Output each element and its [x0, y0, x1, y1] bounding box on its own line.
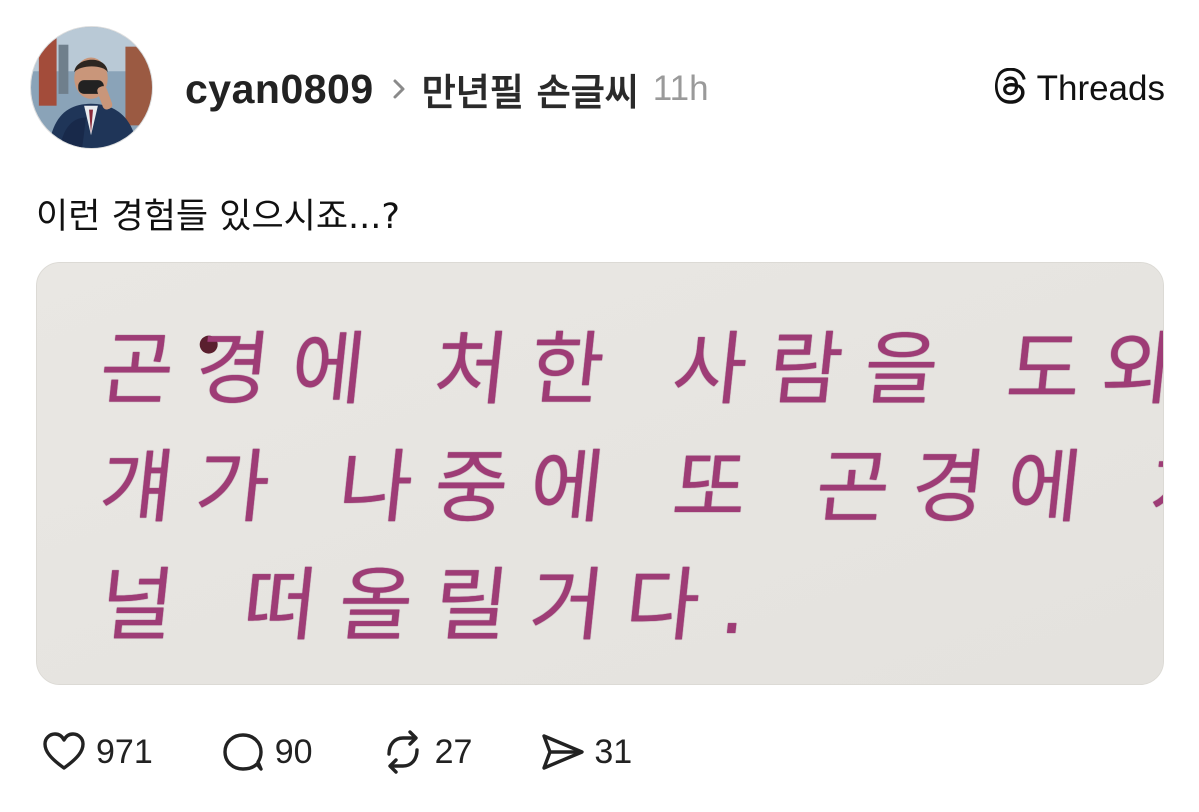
repost-button[interactable]: 27 [379, 728, 473, 776]
like-count: 971 [96, 732, 153, 771]
reply-count: 90 [274, 732, 313, 771]
handwritten-line-3: 널 떠올릴거다. [95, 559, 774, 652]
avatar-photo [31, 27, 152, 148]
comment-icon [223, 733, 263, 771]
action-bar: 971 90 27 31 [40, 722, 698, 782]
heart-icon [43, 732, 85, 770]
post-body-text: 이런 경험들 있으시죠...? [36, 197, 401, 237]
topic-tag-link[interactable]: 만년필 손글씨 [422, 62, 639, 116]
post-header: cyan0809 만년필 손글씨 11h [185, 62, 709, 116]
handwritten-line-1: 곤경에 처한 사람을 도와주면 [95, 323, 1164, 416]
threads-label: Threads [1036, 68, 1165, 108]
post-timestamp: 11h [652, 69, 709, 108]
post-image[interactable]: 곤경에 처한 사람을 도와주면 걔가 나중에 또 곤경에 처했을때 널 떠올릴거… [36, 262, 1164, 685]
username-link[interactable]: cyan0809 [185, 66, 374, 113]
threads-brand: Threads [993, 67, 1165, 109]
repost-count: 27 [434, 732, 473, 771]
repost-icon [386, 730, 419, 774]
share-count: 31 [594, 732, 633, 771]
chevron-right-icon [392, 77, 408, 101]
like-button[interactable]: 971 [40, 728, 153, 776]
avatar[interactable] [30, 26, 153, 149]
send-icon [542, 734, 585, 770]
reply-button[interactable]: 90 [219, 728, 313, 776]
share-button[interactable]: 31 [538, 728, 632, 776]
threads-logo-icon [993, 67, 1029, 109]
handwritten-line-2: 걔가 나중에 또 곤경에 처했을때 [95, 441, 1164, 534]
